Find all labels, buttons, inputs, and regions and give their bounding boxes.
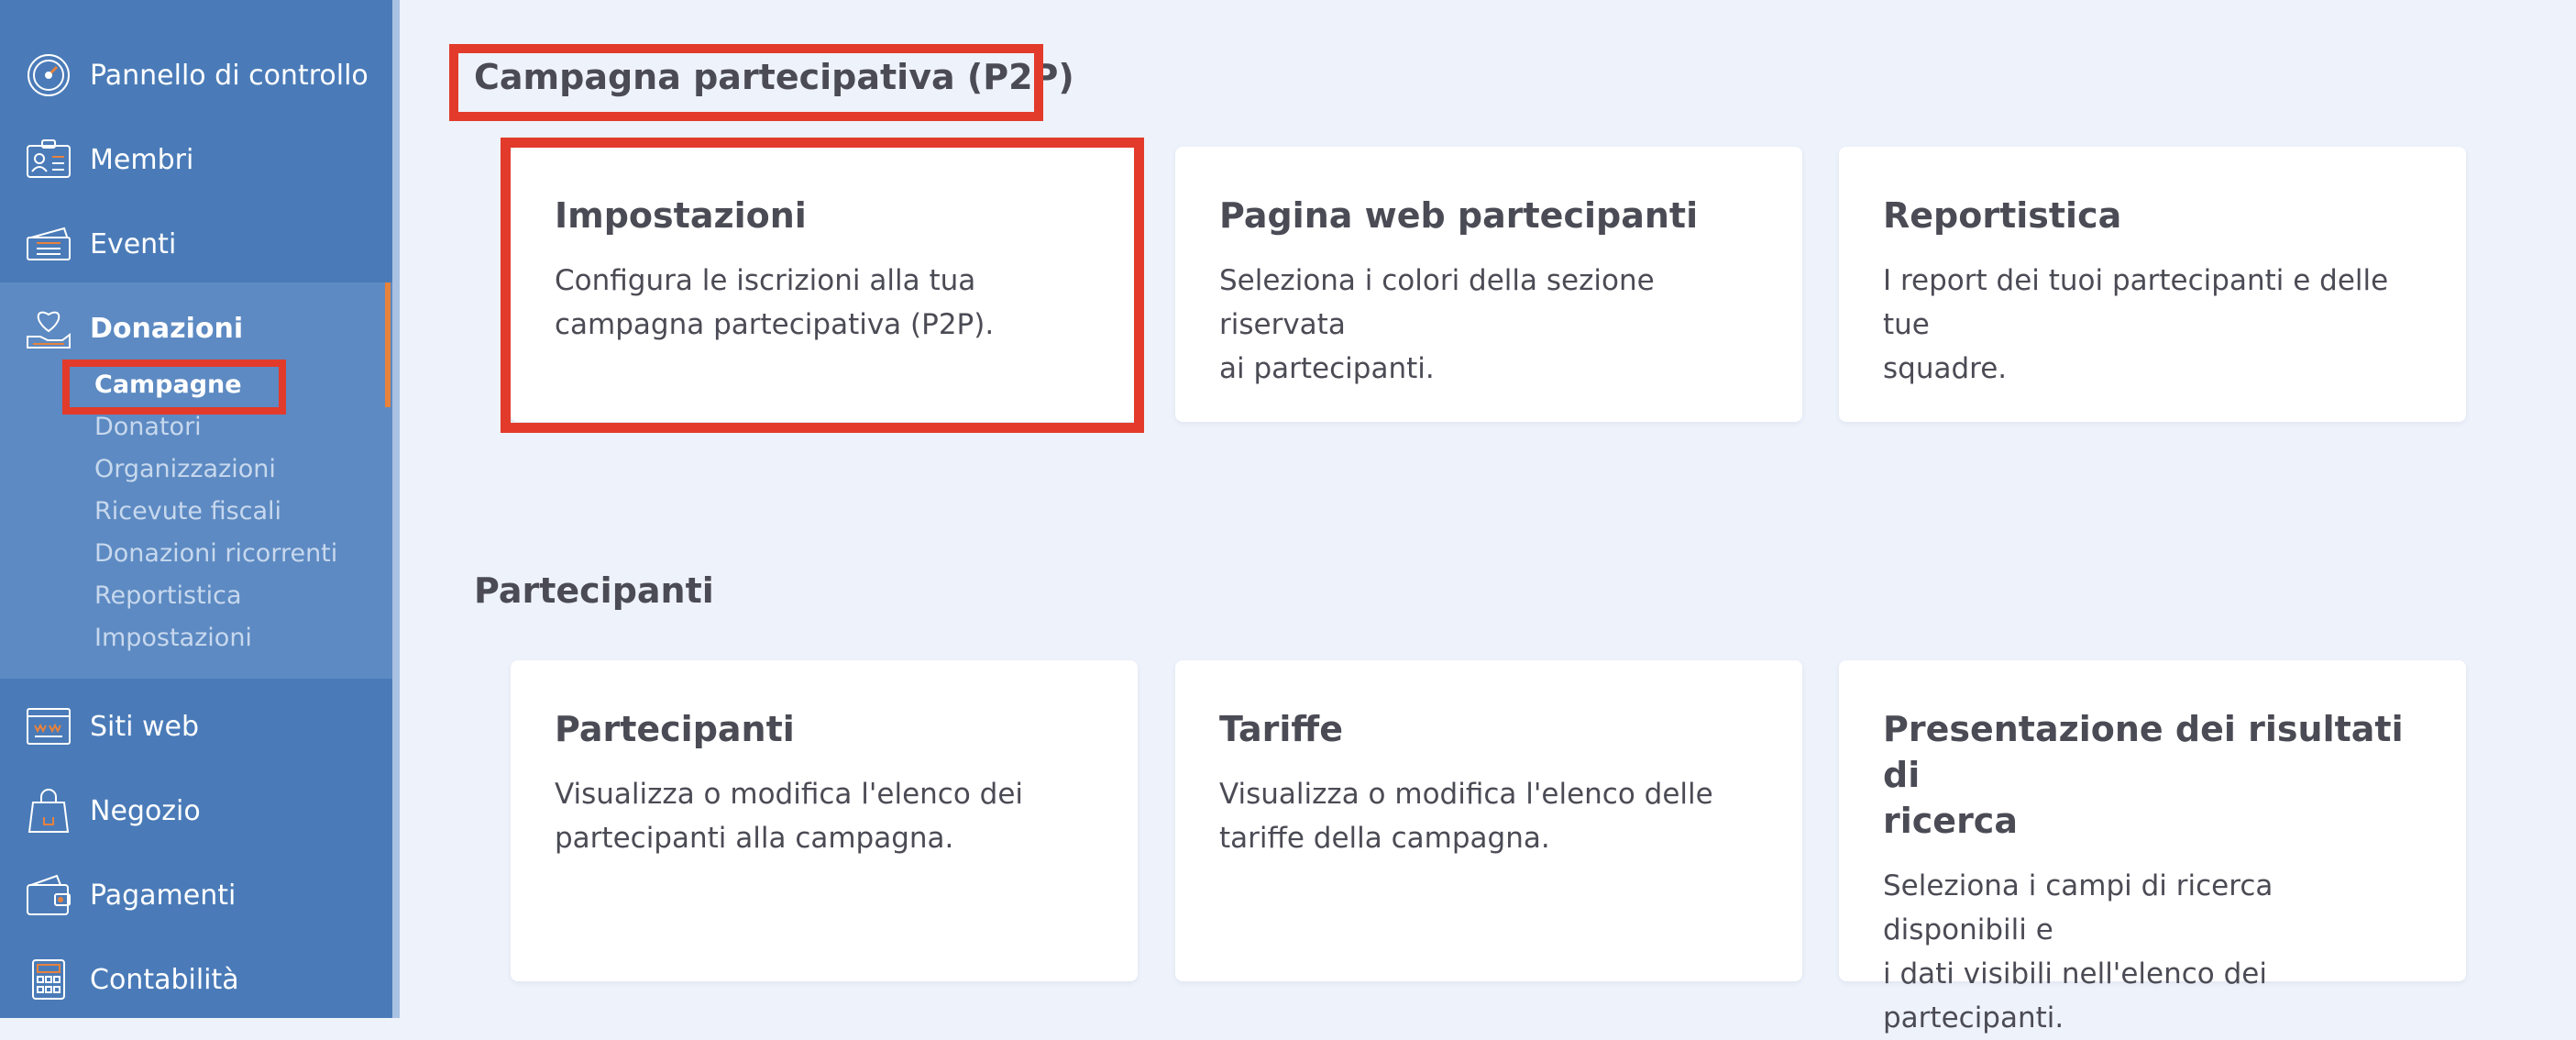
nav-label: Donazioni — [90, 312, 244, 345]
sub-item-reportistica[interactable]: Reportistica — [94, 581, 242, 610]
nav-item-donazioni[interactable]: Donazioni — [0, 286, 392, 371]
card-description: Visualizza o modifica l'elenco delle tar… — [1219, 778, 1713, 855]
browser-window-icon — [24, 702, 73, 751]
section-title-partecipanti: Partecipanti — [474, 570, 714, 611]
nav-label: Eventi — [90, 227, 177, 260]
nav-item-contabilita[interactable]: Contabilità — [0, 937, 392, 1022]
tickets-icon — [24, 219, 73, 269]
highlight-box-campagne — [62, 360, 286, 415]
nav-label: Negozio — [90, 794, 201, 827]
card-partecipanti[interactable]: Partecipanti Visualizza o modifica l'ele… — [511, 660, 1138, 981]
nav-label: Pagamenti — [90, 879, 237, 912]
nav-item-membri[interactable]: Membri — [0, 117, 392, 202]
nav-label: Membri — [90, 143, 194, 176]
calculator-icon — [24, 955, 73, 1004]
card-description: Visualizza o modifica l'elenco dei parte… — [555, 778, 1024, 855]
highlight-box-impostazioni — [501, 138, 1144, 433]
card-title: Tariffe — [1219, 709, 1343, 749]
card-title: Partecipanti — [555, 709, 795, 749]
sidebar: Pannello di controllo Membri Eventi Dona… — [0, 0, 392, 1018]
card-description: Seleziona i colori della sezione riserva… — [1219, 264, 1655, 385]
heart-hand-icon — [24, 304, 73, 353]
sidebar-scrollbar[interactable] — [392, 0, 400, 1018]
nav-item-pannello-di-controllo[interactable]: Pannello di controllo — [0, 33, 392, 117]
card-tariffe[interactable]: Tariffe Visualizza o modifica l'elenco d… — [1175, 660, 1802, 981]
card-pagina-web-partecipanti[interactable]: Pagina web partecipanti Seleziona i colo… — [1175, 147, 1802, 422]
sub-item-donatori[interactable]: Donatori — [94, 413, 202, 441]
nav-item-pagamenti[interactable]: Pagamenti — [0, 853, 392, 937]
nav-item-negozio[interactable]: Negozio — [0, 769, 392, 853]
sub-item-impostazioni[interactable]: Impostazioni — [94, 624, 252, 652]
nav-label: Pannello di controllo — [90, 59, 369, 92]
card-reportistica[interactable]: Reportistica I report dei tuoi partecipa… — [1839, 147, 2466, 422]
wallet-icon — [24, 870, 73, 920]
nav-item-siti-web[interactable]: Siti web — [0, 684, 392, 769]
card-description: Seleziona i campi di ricerca disponibili… — [1883, 869, 2273, 1034]
card-title: Pagina web partecipanti — [1219, 195, 1699, 236]
card-title: Reportistica — [1883, 195, 2122, 236]
nav-label: Contabilità — [90, 963, 239, 996]
member-card-icon — [24, 135, 73, 184]
highlight-box-section-title — [449, 44, 1043, 121]
shopping-bag-icon — [24, 786, 73, 835]
sub-item-donazioni-ricorrenti[interactable]: Donazioni ricorrenti — [94, 539, 337, 568]
card-title: Presentazione dei risultati di ricerca — [1883, 709, 2404, 841]
speedometer-icon — [24, 50, 73, 100]
nav-item-eventi[interactable]: Eventi — [0, 202, 392, 286]
card-presentazione-risultati-ricerca[interactable]: Presentazione dei risultati di ricerca S… — [1839, 660, 2466, 1034]
sub-item-organizzazioni[interactable]: Organizzazioni — [94, 455, 276, 483]
sub-item-ricevute-fiscali[interactable]: Ricevute fiscali — [94, 497, 281, 526]
nav-label: Siti web — [90, 710, 200, 743]
card-description: I report dei tuoi partecipanti e delle t… — [1883, 264, 2389, 385]
